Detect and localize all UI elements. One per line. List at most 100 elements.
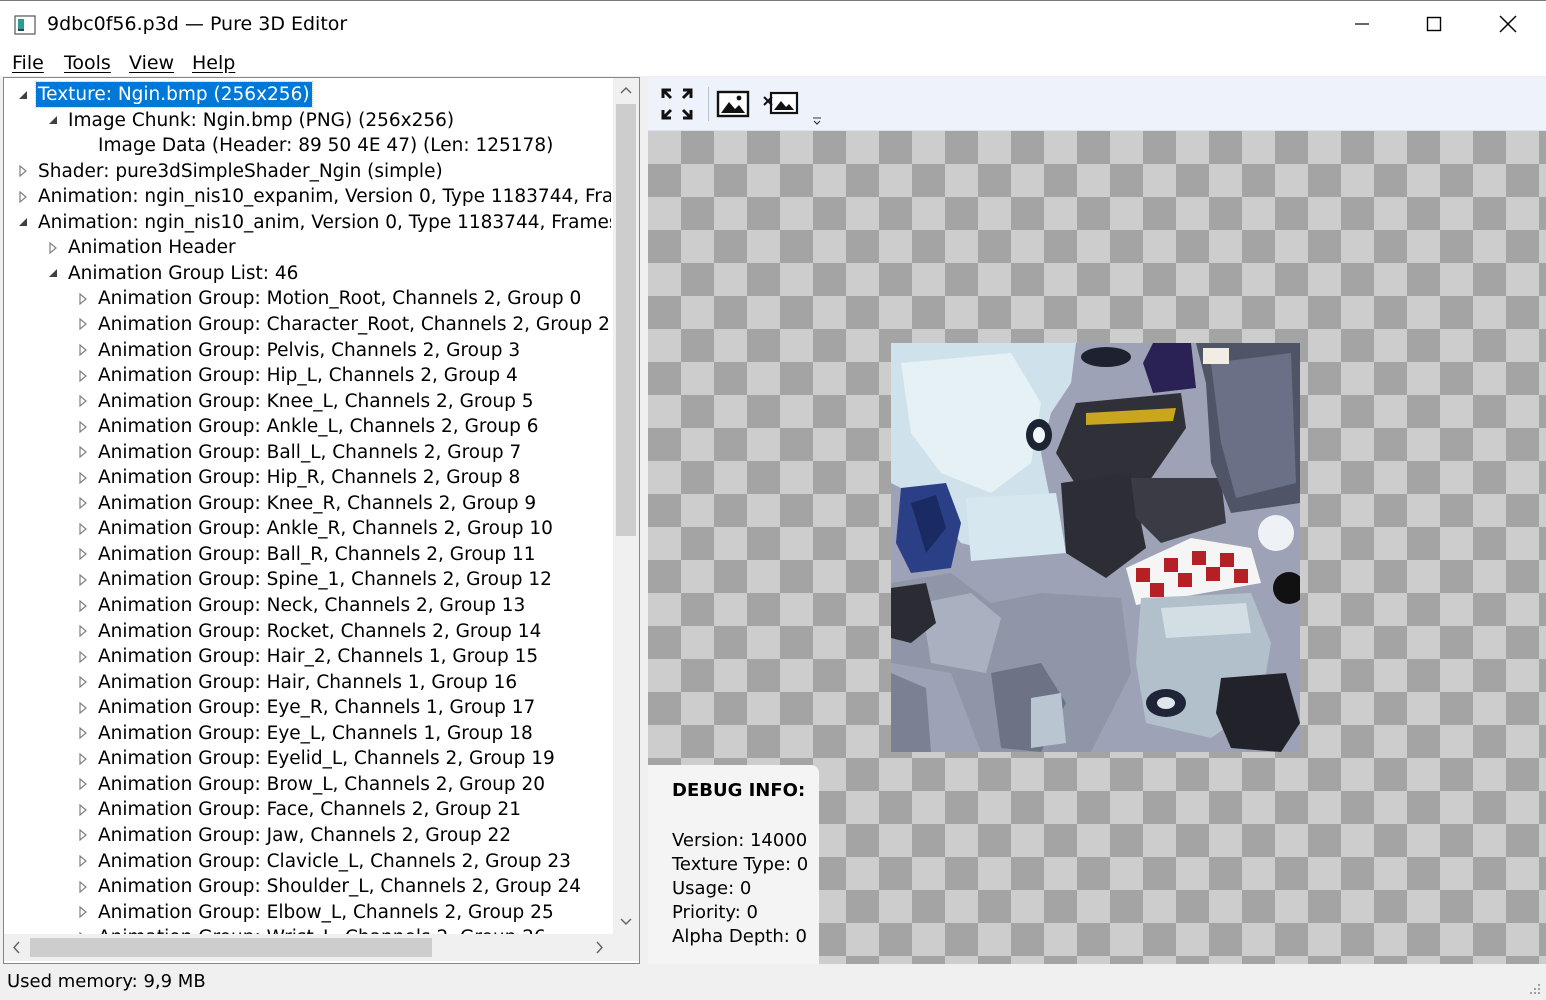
tree-collapsed-icon[interactable] [76,695,90,720]
tree-horizontal-scrollbar[interactable] [4,934,613,961]
tree-collapsed-icon[interactable] [76,567,90,592]
tree-collapsed-icon[interactable] [16,159,30,184]
tree-collapsed-icon[interactable] [76,797,90,822]
tree-collapsed-icon[interactable] [76,900,90,925]
tree-item[interactable]: Animation Group: Hair_2, Channels 1, Gro… [4,644,611,669]
tree-expanded-icon[interactable] [46,261,60,286]
tree-collapsed-icon[interactable] [76,491,90,516]
tree-item-label: Animation Group: Knee_L, Channels 2, Gro… [98,390,534,412]
tree-item[interactable]: Texture: Ngin.bmp (256x256) [4,81,611,108]
tree-vertical-scroll-thumb[interactable] [616,104,636,536]
tree-item[interactable]: Animation Group: Hip_L, Channels 2, Grou… [4,363,611,388]
tree-collapsed-icon[interactable] [76,338,90,363]
tree-item-label: Animation Group: Eye_L, Channels 1, Grou… [98,722,533,744]
resize-grip-icon[interactable] [1528,982,1542,996]
tree-collapsed-icon[interactable] [76,516,90,541]
tree-item[interactable]: Animation Group List: 46 [4,261,611,286]
fit-to-window-icon [661,88,693,120]
tree-collapsed-icon[interactable] [76,465,90,490]
chunk-tree-view[interactable]: Texture: Ngin.bmp (256x256) Image Chunk: … [3,77,640,964]
maximize-button[interactable] [1398,1,1470,47]
tree-item[interactable]: Animation Group: Shoulder_L, Channels 2,… [4,874,611,899]
tree-item[interactable]: Animation Group: Hip_R, Channels 2, Grou… [4,465,611,490]
texture-preview [891,343,1305,752]
menu-help[interactable]: Help [190,50,237,76]
tree-item[interactable]: Animation Group: Character_Root, Channel… [4,312,611,337]
tree-collapsed-icon[interactable] [76,593,90,618]
tree-item[interactable]: Animation Group: Eye_L, Channels 1, Grou… [4,721,611,746]
tree-item[interactable]: Animation Group: Knee_R, Channels 2, Gro… [4,491,611,516]
tree-collapsed-icon[interactable] [76,414,90,439]
tree-collapsed-icon[interactable] [76,389,90,414]
tree-item[interactable]: Animation Group: Clavicle_L, Channels 2,… [4,849,611,874]
tree-item[interactable]: Animation Group: Elbow_L, Channels 2, Gr… [4,900,611,925]
fit-to-window-button[interactable] [658,85,696,123]
tree-item[interactable]: Animation Group: Neck, Channels 2, Group… [4,593,611,618]
tree-horizontal-scroll-thumb[interactable] [30,938,432,957]
menu-file[interactable]: File [10,50,46,76]
tree-collapsed-icon[interactable] [76,670,90,695]
tree-item-label: Animation Group: Ankle_L, Channels 2, Gr… [98,416,539,438]
tree-item[interactable]: Animation Group: Ball_R, Channels 2, Gro… [4,542,611,567]
tree-collapsed-icon[interactable] [16,184,30,209]
tree-item[interactable]: Animation Group: Ankle_L, Channels 2, Gr… [4,414,611,439]
tree-item[interactable]: Animation: ngin_nis10_anim, Version 0, T… [4,210,611,235]
tree-item[interactable]: Animation Group: Face, Channels 2, Group… [4,797,611,822]
tree-item[interactable]: Animation Group: Ankle_R, Channels 2, Gr… [4,516,611,541]
tree-item-label: Animation Group: Face, Channels 2, Group… [98,799,521,821]
show-image-button[interactable] [714,85,752,123]
tree-collapsed-icon[interactable] [76,286,90,311]
tree-item[interactable]: Image Chunk: Ngin.bmp (PNG) (256x256) [4,108,611,133]
tree-collapsed-icon[interactable] [76,619,90,644]
tree-collapsed-icon[interactable] [76,542,90,567]
tree-item-label: Animation Group: Ball_L, Channels 2, Gro… [98,441,522,463]
tree-expanded-icon[interactable] [16,210,30,235]
tree-item[interactable]: Animation Group: Ball_L, Channels 2, Gro… [4,440,611,465]
tree-collapsed-icon[interactable] [76,849,90,874]
tree-item[interactable]: Animation Header [4,235,611,260]
tree-item[interactable]: Animation Group: Spine_1, Channels 2, Gr… [4,567,611,592]
tree-item[interactable]: Animation Group: Brow_L, Channels 2, Gro… [4,772,611,797]
tree-collapsed-icon[interactable] [76,644,90,669]
toolbar-overflow-icon[interactable] [811,115,823,127]
scroll-down-arrow-icon[interactable] [613,910,639,932]
scroll-left-arrow-icon[interactable] [6,934,28,961]
tree-item[interactable]: Animation Group: Eye_R, Channels 1, Grou… [4,695,611,720]
tree-expanded-icon[interactable] [16,82,30,107]
tree-expanded-icon[interactable] [46,108,60,133]
minimize-button[interactable] [1326,1,1398,47]
tree-item-label: Texture: Ngin.bmp (256x256) [35,81,313,108]
tree-item[interactable]: Animation Group: Rocket, Channels 2, Gro… [4,619,611,644]
tree-item[interactable]: Animation: ngin_nis10_expanim, Version 0… [4,184,611,209]
tree-collapsed-icon[interactable] [76,874,90,899]
tree-collapsed-icon[interactable] [46,235,60,260]
tree-item-label: Animation Group: Ball_R, Channels 2, Gro… [98,543,536,565]
tree-collapsed-icon[interactable] [76,440,90,465]
minimize-icon [1355,23,1369,25]
close-button[interactable] [1472,1,1544,47]
tree-item[interactable]: Shader: pure3dSimpleShader_Ngin (simple) [4,159,611,184]
tree-item[interactable]: Animation Group: Wrist_L, Channels 2, Gr… [4,925,611,934]
scroll-right-arrow-icon[interactable] [588,934,610,961]
tree-collapsed-icon[interactable] [76,746,90,771]
tree-collapsed-icon[interactable] [76,925,90,934]
tree-collapsed-icon[interactable] [76,312,90,337]
scroll-up-arrow-icon[interactable] [613,80,639,102]
tree-item[interactable]: Animation Group: Eyelid_L, Channels 2, G… [4,746,611,771]
tree-item[interactable]: Image Data (Header: 89 50 4E 47) (Len: 1… [4,133,611,158]
tree-collapsed-icon[interactable] [76,721,90,746]
menu-view[interactable]: View [127,50,176,76]
show-alpha-button[interactable] [762,85,800,123]
image-viewport[interactable]: DEBUG INFO: Version: 14000 Texture Type:… [648,131,1546,964]
tree-collapsed-icon[interactable] [76,772,90,797]
tree-vertical-scrollbar[interactable] [613,78,639,934]
tree-item[interactable]: Animation Group: Pelvis, Channels 2, Gro… [4,338,611,363]
menu-tools[interactable]: Tools [62,50,113,76]
tree-item[interactable]: Animation Group: Motion_Root, Channels 2… [4,286,611,311]
tree-item[interactable]: Animation Group: Jaw, Channels 2, Group … [4,823,611,848]
tree-item[interactable]: Animation Group: Knee_L, Channels 2, Gro… [4,389,611,414]
tree-collapsed-icon[interactable] [76,363,90,388]
tree-collapsed-icon[interactable] [76,823,90,848]
tree-item[interactable]: Animation Group: Hair, Channels 1, Group… [4,670,611,695]
